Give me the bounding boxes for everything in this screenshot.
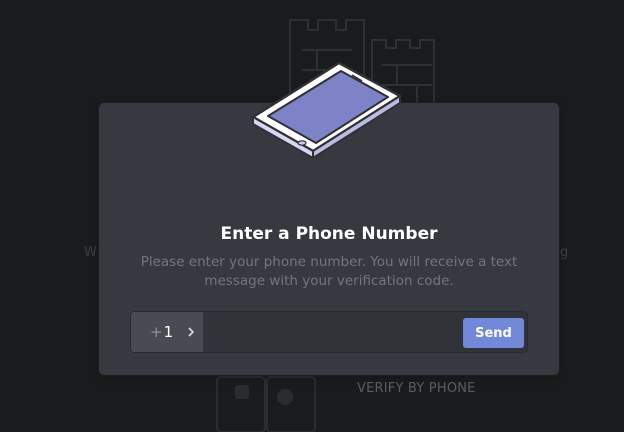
phone-number-input-group: + 1 Send — [130, 311, 528, 354]
country-code-select[interactable]: + 1 — [131, 312, 203, 352]
background-text-left: W — [84, 245, 97, 260]
background-phone-illustrations — [216, 376, 316, 432]
modal-description: Please enter your phone number. You will… — [140, 254, 518, 289]
phone-number-field[interactable] — [207, 312, 461, 354]
phone-number-modal: Enter a Phone Number Please enter your p… — [99, 103, 559, 375]
send-button[interactable]: Send — [463, 318, 524, 348]
android-icon — [235, 385, 249, 399]
background-text-right: g — [560, 245, 569, 260]
country-code-plus: + — [150, 323, 163, 341]
apple-icon — [277, 389, 293, 405]
modal-title: Enter a Phone Number — [220, 224, 438, 244]
chevron-right-icon — [188, 327, 195, 337]
verify-by-phone-label: VERIFY BY PHONE — [357, 381, 476, 396]
country-code-value: 1 — [163, 323, 174, 341]
castle-illustration — [289, 19, 435, 110]
